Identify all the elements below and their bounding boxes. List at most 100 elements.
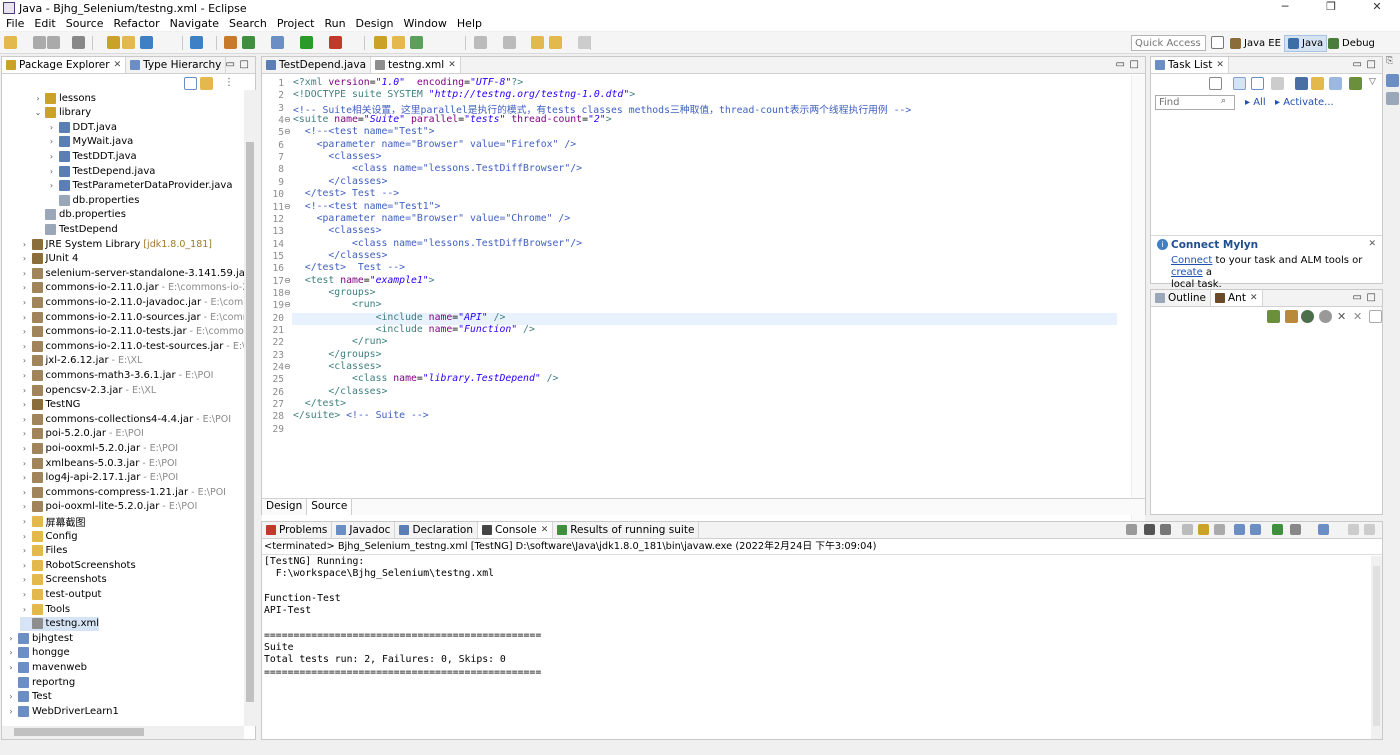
synchronize-icon[interactable] xyxy=(1311,77,1324,90)
minimize-view-icon[interactable]: ▭ xyxy=(1353,59,1362,70)
tree-item[interactable]: › commons-math3-3.6.1.jar - E:\POI xyxy=(20,368,214,382)
link-with-editor-icon[interactable] xyxy=(200,77,213,90)
chevron-right-icon[interactable]: › xyxy=(20,400,30,409)
link-icon[interactable] xyxy=(1349,77,1362,90)
fold-toggle-icon[interactable]: ⊖ xyxy=(284,288,291,297)
tree-item[interactable]: › mavenweb xyxy=(6,660,87,674)
scheduled-icon[interactable] xyxy=(1251,77,1264,90)
perspective-java[interactable]: Java xyxy=(1284,35,1328,52)
tree-item[interactable]: › TestParameterDataProvider.java xyxy=(47,179,232,193)
tree-item[interactable]: › lessons xyxy=(33,91,96,105)
collapse-all-icon[interactable] xyxy=(184,77,197,90)
remove-all-icon[interactable]: ✕ xyxy=(1353,310,1366,323)
connect-link[interactable]: Connect xyxy=(1171,255,1212,266)
menu-item-refactor[interactable]: Refactor xyxy=(114,17,160,30)
chevron-right-icon[interactable]: › xyxy=(20,386,30,395)
close-icon[interactable]: ✕ xyxy=(1368,239,1376,249)
show-on-error-icon[interactable] xyxy=(1250,524,1261,535)
vertical-scrollbar[interactable] xyxy=(244,90,256,726)
tree-item[interactable]: › xmlbeans-5.0.3.jar - E:\POI xyxy=(20,456,177,470)
outline-trim-icon[interactable] xyxy=(1386,92,1399,105)
tree-item[interactable]: › Config xyxy=(20,529,78,543)
scrollbar-thumb[interactable] xyxy=(246,142,254,702)
new-icon[interactable] xyxy=(4,36,17,49)
prev-annotation-icon[interactable] xyxy=(503,36,516,49)
chevron-right-icon[interactable]: › xyxy=(20,429,30,438)
remove-icon[interactable]: ✕ xyxy=(1337,310,1350,323)
save-all-icon[interactable] xyxy=(47,36,60,49)
tree-item[interactable]: reportng xyxy=(6,675,75,689)
open-perspective-icon[interactable] xyxy=(1211,36,1224,49)
tree-item[interactable]: › commons-collections4-4.4.jar - E:\POI xyxy=(20,412,231,426)
tree-item[interactable]: › selenium-server-standalone-3.141.59.jar xyxy=(20,266,244,280)
tab-results-of-running-suite[interactable]: Results of running suite xyxy=(553,522,700,538)
run-target-icon[interactable] xyxy=(1319,310,1332,323)
new-console-icon[interactable] xyxy=(1318,524,1329,535)
quick-access-input[interactable] xyxy=(1131,35,1206,51)
chevron-right-icon[interactable]: › xyxy=(6,707,16,716)
menu-item-help[interactable]: Help xyxy=(457,17,482,30)
tree-item[interactable]: › TestNG xyxy=(20,398,80,412)
maximize-view-icon[interactable]: □ xyxy=(1367,292,1376,303)
tab-problems[interactable]: Problems xyxy=(262,522,333,538)
scrollbar-thumb[interactable] xyxy=(14,728,144,736)
tab-source[interactable]: Source xyxy=(307,499,353,515)
console-output[interactable]: [TestNG] Running: F:\workspace\Bjhg_Sele… xyxy=(264,556,1370,679)
maximize-icon[interactable] xyxy=(1364,524,1375,535)
expand-icon[interactable] xyxy=(1329,77,1342,90)
chevron-right-icon[interactable]: › xyxy=(47,152,57,161)
chevron-right-icon[interactable]: › xyxy=(20,532,30,541)
tree-item[interactable]: › RobotScreenshots xyxy=(20,558,136,572)
tree-item[interactable]: › Test xyxy=(6,690,52,704)
new-task-icon[interactable] xyxy=(1209,77,1222,90)
tree-item[interactable]: › Screenshots xyxy=(20,573,107,587)
chevron-right-icon[interactable]: › xyxy=(20,269,30,278)
tab-design[interactable]: Design xyxy=(262,499,308,515)
focus-icon[interactable] xyxy=(1271,77,1284,90)
chevron-right-icon[interactable]: › xyxy=(20,342,30,351)
open-console-icon[interactable] xyxy=(1272,524,1283,535)
terminate-icon[interactable] xyxy=(1126,524,1137,535)
close-icon[interactable]: ✕ xyxy=(1216,60,1224,70)
web-browser-icon[interactable] xyxy=(140,36,153,49)
menu-item-run[interactable]: Run xyxy=(324,17,345,30)
minimize-view-icon[interactable]: ▭ xyxy=(226,59,235,70)
tree-item[interactable]: › commons-io-2.11.0-test-sources.jar- E:\… xyxy=(20,339,244,353)
next-annotation-icon[interactable] xyxy=(474,36,487,49)
tree-item[interactable]: › poi-ooxml-lite-5.2.0.jar - E:\POI xyxy=(20,500,197,514)
debug-icon[interactable] xyxy=(271,36,284,49)
print-icon[interactable] xyxy=(72,36,85,49)
chevron-right-icon[interactable]: › xyxy=(6,692,16,701)
tree-item[interactable]: › WebDriverLearn1 xyxy=(6,704,119,718)
menu-item-file[interactable]: File xyxy=(6,17,24,30)
chevron-down-icon[interactable]: ⌄ xyxy=(33,108,43,117)
menu-item-source[interactable]: Source xyxy=(66,17,104,30)
toggle-breakpoints-icon[interactable] xyxy=(190,36,203,49)
menu-item-design[interactable]: Design xyxy=(356,17,394,30)
chevron-right-icon[interactable]: › xyxy=(6,634,16,643)
vertical-scrollbar[interactable] xyxy=(1371,556,1382,739)
new-class-icon[interactable] xyxy=(410,36,423,49)
tree-item[interactable]: › commons-io-2.11.0-sources.jar- E:\commo… xyxy=(20,310,244,324)
display-console-icon[interactable] xyxy=(1290,524,1301,535)
tab-declaration[interactable]: Declaration xyxy=(395,522,478,538)
new-server-icon[interactable] xyxy=(224,36,237,49)
menu-item-window[interactable]: Window xyxy=(404,17,447,30)
tab-outline[interactable]: Outline xyxy=(1151,290,1211,306)
word-wrap-icon[interactable] xyxy=(1198,524,1209,535)
new-package-icon[interactable] xyxy=(392,36,405,49)
chevron-right-icon[interactable]: › xyxy=(20,561,30,570)
close-button[interactable]: ✕ xyxy=(1354,0,1400,16)
scroll-lock-icon[interactable] xyxy=(1182,524,1193,535)
tab-ant[interactable]: Ant ✕ xyxy=(1211,290,1263,306)
chevron-right-icon[interactable]: › xyxy=(20,517,30,526)
task-list-trim-icon[interactable] xyxy=(1386,74,1399,87)
menu-item-edit[interactable]: Edit xyxy=(34,17,55,30)
perspective-debug[interactable]: Debug xyxy=(1325,35,1378,52)
pin-console-icon[interactable] xyxy=(1214,524,1225,535)
close-icon[interactable]: ✕ xyxy=(114,60,122,70)
tree-item[interactable]: › commons-io-2.11.0.jar- E:\commons-io-2.… xyxy=(20,281,244,295)
tree-item[interactable]: › MyWait.java xyxy=(47,135,133,149)
tree-item[interactable]: › opencsv-2.3.jar - E:\XL xyxy=(20,383,156,397)
fold-toggle-icon[interactable]: ⊖ xyxy=(284,115,291,124)
